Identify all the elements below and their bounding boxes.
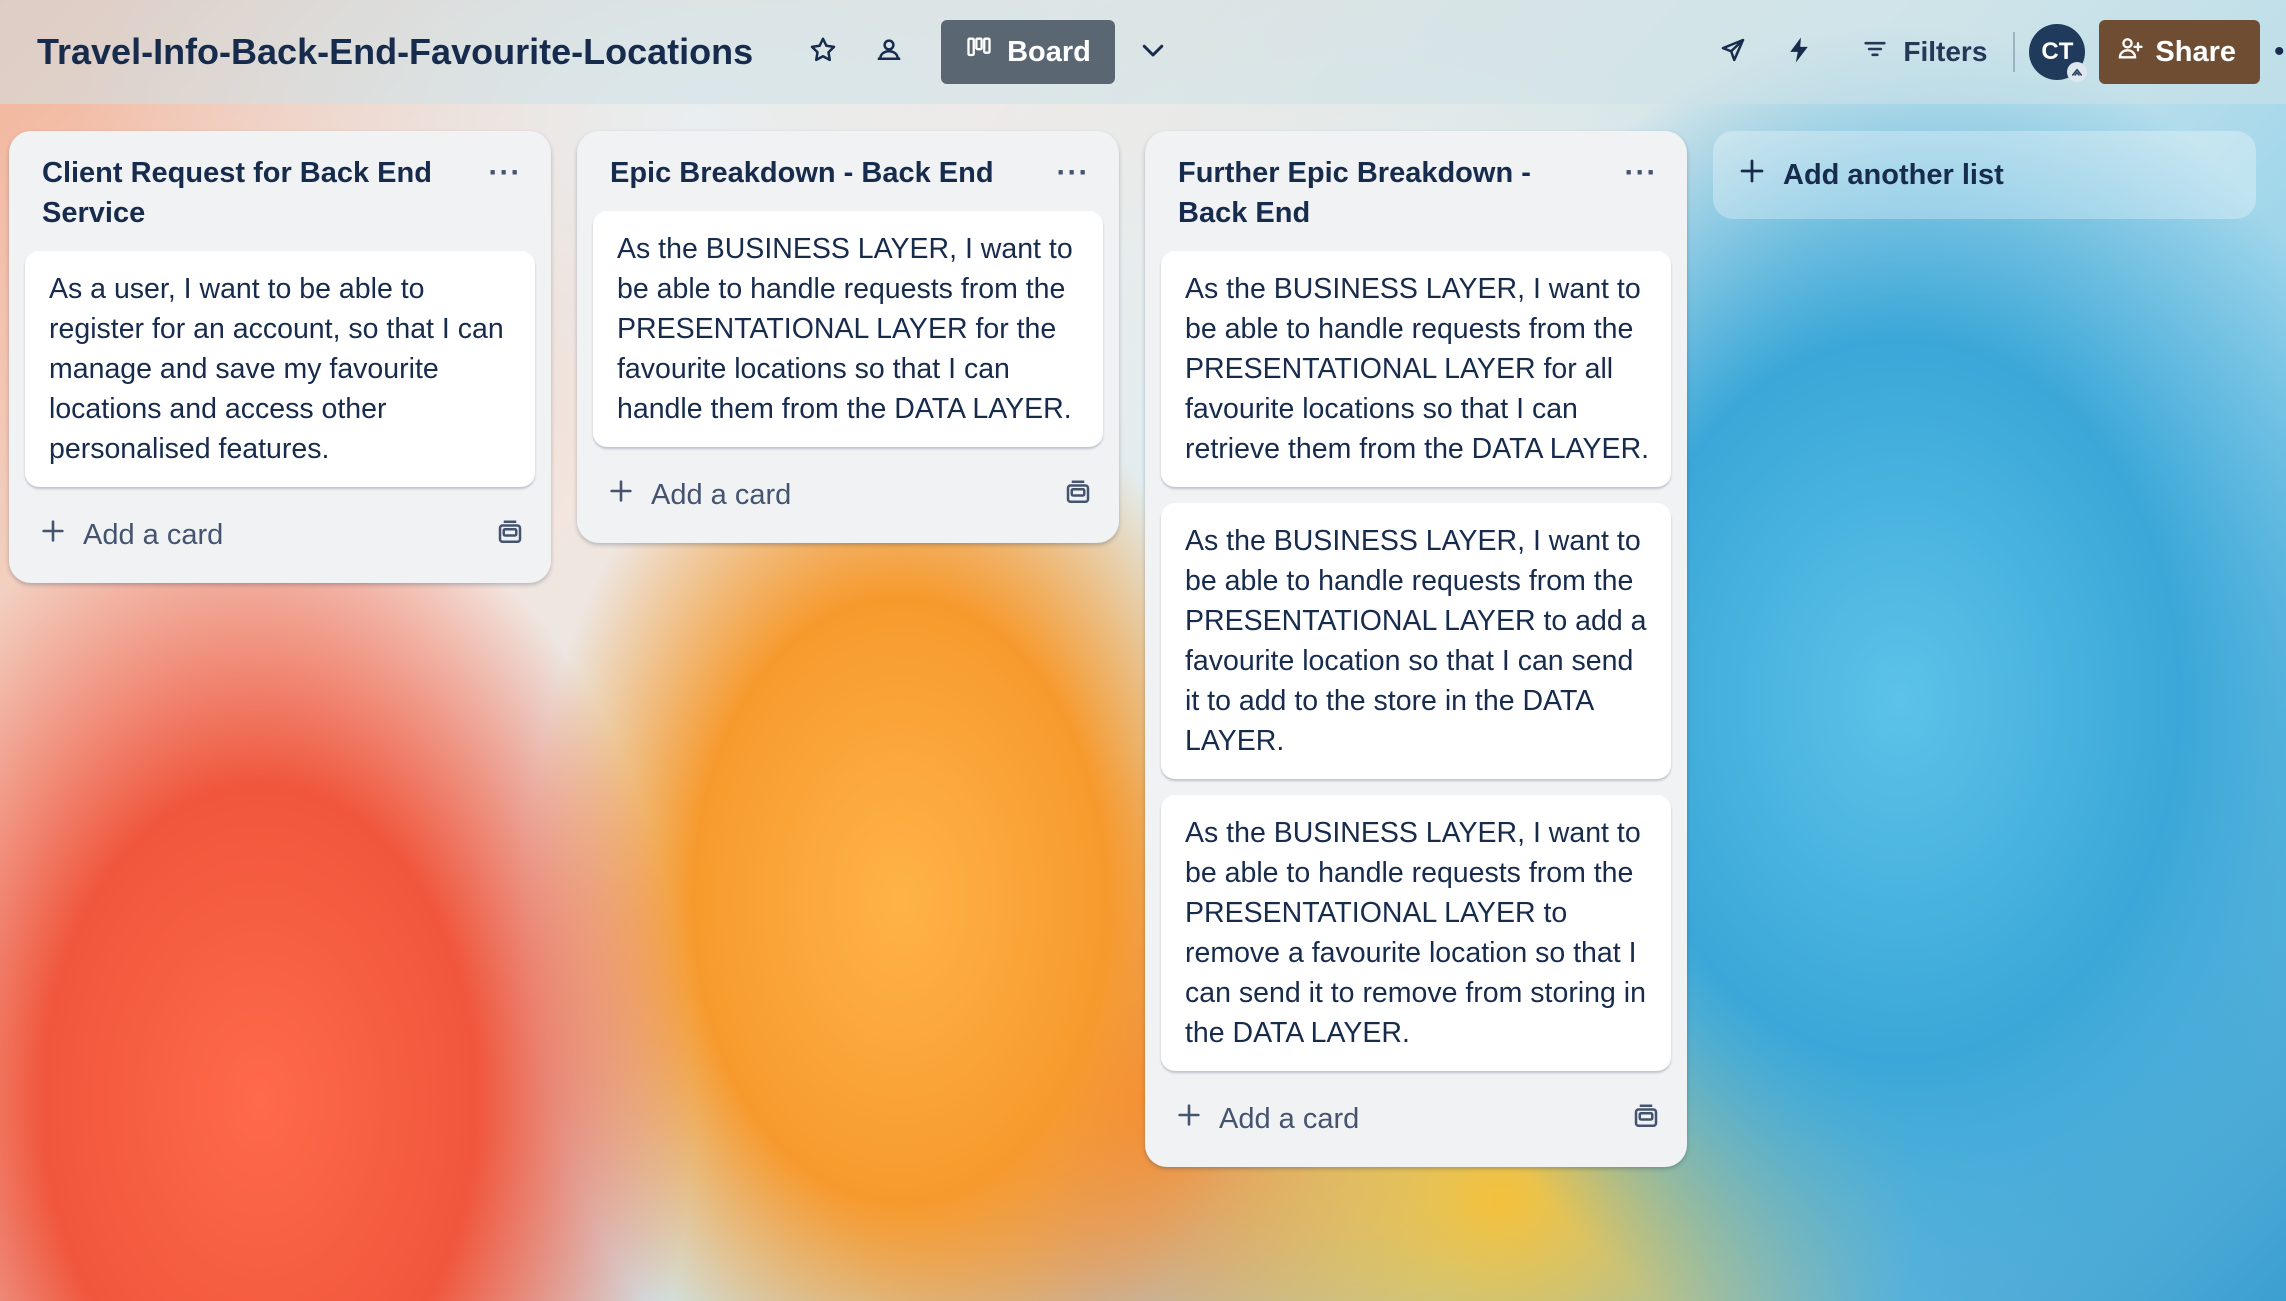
more-horizontal-icon[interactable]: ··· bbox=[483, 153, 527, 193]
list-title[interactable]: Epic Breakdown - Back End bbox=[610, 153, 1030, 193]
workspace-visibility-button[interactable] bbox=[863, 26, 915, 78]
star-icon bbox=[808, 35, 838, 70]
filters-button[interactable]: Filters bbox=[1861, 35, 1987, 70]
plus-icon bbox=[39, 517, 83, 553]
add-card-row: Add a card bbox=[1161, 1087, 1671, 1151]
star-button[interactable] bbox=[797, 26, 849, 78]
list-card[interactable]: As the BUSINESS LAYER, I want to be able… bbox=[1161, 795, 1671, 1071]
board-page: Travel-Info-Back-End-Favourite-Locations… bbox=[0, 0, 2286, 1301]
plus-icon bbox=[607, 477, 651, 513]
card-template-icon[interactable] bbox=[1063, 478, 1093, 513]
share-label: Share bbox=[2155, 35, 2236, 68]
list-epic-breakdown: Epic Breakdown - Back End ··· As the BUS… bbox=[577, 131, 1119, 543]
plus-icon bbox=[1175, 1101, 1219, 1137]
chevron-down-icon bbox=[1138, 35, 1168, 70]
add-card-row: Add a card bbox=[593, 463, 1103, 527]
list-card[interactable]: As the BUSINESS LAYER, I want to be able… bbox=[593, 211, 1103, 447]
add-person-icon bbox=[2117, 34, 2155, 70]
avatar[interactable]: CT bbox=[2029, 24, 2088, 82]
list-header: Client Request for Back End Service ··· bbox=[25, 143, 535, 251]
board-title[interactable]: Travel-Info-Back-End-Favourite-Locations bbox=[37, 31, 753, 73]
add-another-list-label: Add another list bbox=[1783, 158, 2004, 191]
list-title[interactable]: Further Epic Breakdown - Back End bbox=[1178, 153, 1598, 233]
power-ups-button[interactable] bbox=[1707, 26, 1759, 78]
add-card-label: Add a card bbox=[83, 518, 224, 551]
list-title[interactable]: Client Request for Back End Service bbox=[42, 153, 462, 233]
add-card-button[interactable]: Add a card bbox=[1175, 1101, 1359, 1137]
list-card[interactable]: As the BUSINESS LAYER, I want to be able… bbox=[1161, 251, 1671, 487]
plus-icon bbox=[1737, 156, 1783, 194]
share-button[interactable]: Share bbox=[2099, 20, 2260, 84]
views-dropdown-button[interactable] bbox=[1127, 26, 1179, 78]
rocket-icon bbox=[1718, 35, 1748, 70]
list-client-request: Client Request for Back End Service ··· … bbox=[9, 131, 551, 583]
board-view-button[interactable]: Board bbox=[941, 20, 1115, 84]
header-actions: Filters CT Share • bbox=[1707, 0, 2286, 104]
more-horizontal-icon[interactable]: ··· bbox=[1619, 153, 1663, 193]
list-card[interactable]: As the BUSINESS LAYER, I want to be able… bbox=[1161, 503, 1671, 779]
list-further-epic-breakdown: Further Epic Breakdown - Back End ··· As… bbox=[1145, 131, 1687, 1167]
add-card-button[interactable]: Add a card bbox=[607, 477, 791, 513]
lightning-icon bbox=[1784, 35, 1814, 70]
add-card-row: Add a card bbox=[25, 503, 535, 567]
add-another-list-button[interactable]: Add another list bbox=[1713, 131, 2256, 219]
filters-label: Filters bbox=[1903, 36, 1988, 67]
more-horizontal-icon[interactable]: ··· bbox=[1051, 153, 1095, 193]
add-card-label: Add a card bbox=[651, 478, 792, 511]
workspace-visibility-icon bbox=[874, 35, 904, 70]
more-menu-button[interactable]: • bbox=[2274, 20, 2286, 84]
list-header: Further Epic Breakdown - Back End ··· bbox=[1161, 143, 1671, 251]
avatar-initials: CT bbox=[2041, 38, 2074, 65]
add-card-label: Add a card bbox=[1219, 1102, 1360, 1135]
automation-button[interactable] bbox=[1773, 26, 1825, 78]
card-template-icon[interactable] bbox=[1631, 1102, 1661, 1137]
admin-badge-icon bbox=[2067, 62, 2088, 82]
board-view-label: Board bbox=[1007, 35, 1091, 68]
board-view-icon bbox=[965, 34, 1007, 70]
filter-icon bbox=[1861, 35, 1903, 70]
add-card-button[interactable]: Add a card bbox=[39, 517, 223, 553]
board-header: Travel-Info-Back-End-Favourite-Locations… bbox=[0, 0, 2286, 104]
list-header: Epic Breakdown - Back End ··· bbox=[593, 143, 1103, 211]
card-template-icon[interactable] bbox=[495, 518, 525, 553]
header-divider bbox=[2013, 32, 2016, 72]
list-card[interactable]: As a user, I want to be able to register… bbox=[25, 251, 535, 487]
